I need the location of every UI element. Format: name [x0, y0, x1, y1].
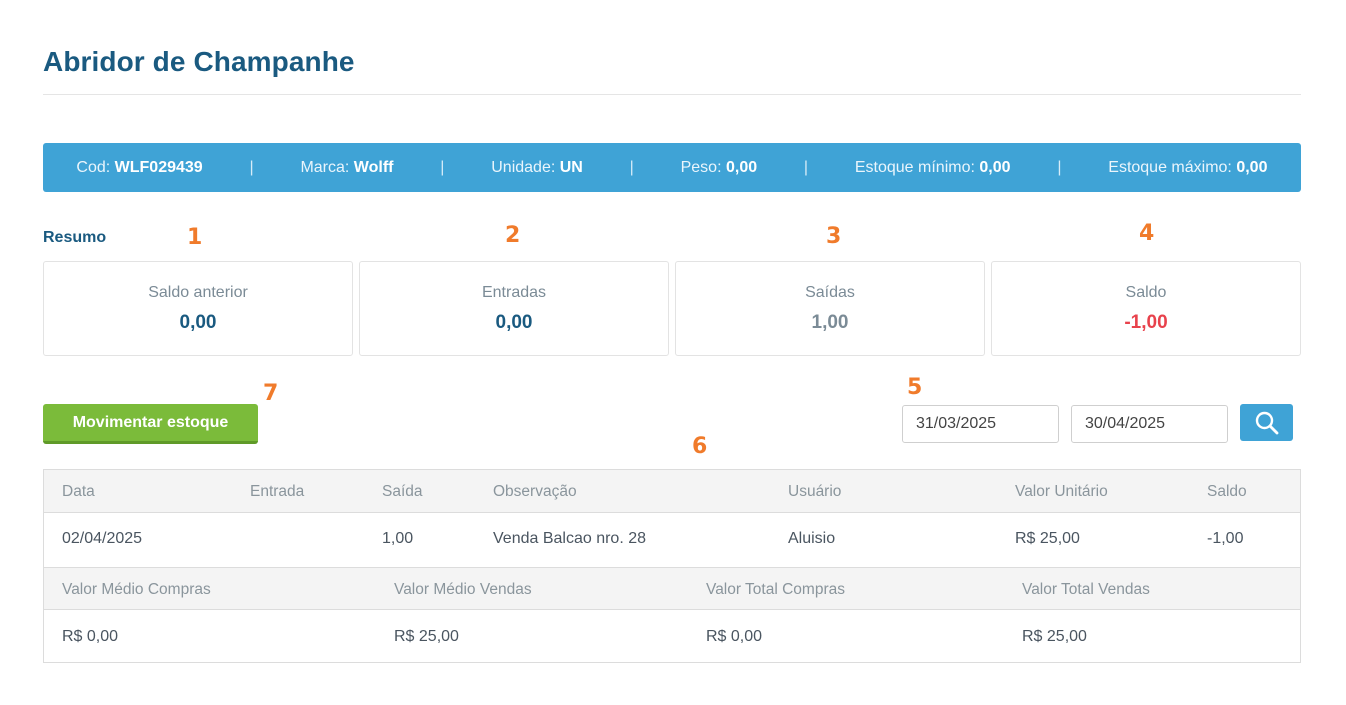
cell-observacao: Venda Balcao nro. 28	[493, 530, 647, 547]
card-saldo-anterior: Saldo anterior 0,00	[43, 261, 353, 356]
annotation-marker-1: 1	[187, 225, 203, 250]
annotation-marker-4: 4	[1139, 221, 1155, 246]
info-separator: |	[440, 158, 445, 176]
marca-label: Marca:	[300, 158, 350, 176]
unidade-value: UN	[559, 158, 583, 176]
table-header-row: Data Entrada Saída Observação Usuário Va…	[44, 470, 1300, 513]
min-label: Estoque mínimo:	[854, 158, 975, 176]
card-saidas: Saídas 1,00	[675, 261, 985, 356]
annotation-marker-3: 3	[826, 224, 842, 249]
column-header: Observação	[493, 483, 577, 500]
info-separator: |	[629, 158, 634, 176]
column-header: Saída	[382, 483, 423, 500]
card-saldo: Saldo -1,00	[991, 261, 1301, 356]
info-separator: |	[803, 158, 809, 176]
annotation-marker-2: 2	[505, 223, 521, 248]
cod-value: WLF029439	[114, 158, 203, 176]
totals-row: R$ 0,00 R$ 25,00 R$ 0,00 R$ 25,00	[44, 611, 1300, 665]
resumo-heading: Resumo	[43, 229, 107, 246]
annotation-marker-7: 7	[263, 381, 279, 406]
card-value: -1,00	[1124, 312, 1168, 333]
card-value: 0,00	[179, 312, 217, 333]
info-separator: |	[1057, 158, 1062, 176]
title-divider	[43, 94, 1301, 95]
cod-label: Cod:	[76, 158, 111, 176]
cell-usuario: Aluisio	[788, 530, 836, 547]
peso-label: Peso:	[680, 158, 722, 176]
info-estoque-minimo: Estoque mínimo: 0,00	[855, 159, 1011, 177]
info-separator: |	[249, 158, 254, 176]
total-valor-medio-compras: R$ 0,00	[62, 628, 119, 645]
info-estoque-maximo: Estoque máximo: 0,00	[1108, 159, 1267, 177]
card-entradas: Entradas 0,00	[359, 261, 669, 356]
move-stock-button[interactable]: Movimentar estoque	[43, 404, 258, 444]
peso-value: 0,00	[725, 158, 758, 176]
product-info-bar: Cod: WLF029439 | Marca: Wolff | Unidade:…	[43, 143, 1301, 192]
card-label: Saldo	[1125, 284, 1167, 301]
column-header: Valor Médio Compras	[62, 581, 211, 598]
card-label: Saídas	[805, 284, 855, 301]
card-value: 1,00	[811, 312, 849, 333]
card-label: Entradas	[481, 284, 547, 301]
min-value: 0,00	[979, 158, 1011, 176]
table-row: 02/04/2025 1,00 Venda Balcao nro. 28 Alu…	[44, 513, 1300, 567]
column-header: Data	[62, 483, 95, 500]
cell-saida: 1,00	[382, 530, 414, 547]
cell-saldo: -1,00	[1207, 530, 1244, 547]
info-marca: Marca: Wolff	[300, 159, 393, 177]
column-header: Valor Médio Vendas	[394, 581, 532, 598]
unidade-label: Unidade:	[491, 158, 556, 176]
max-value: 0,00	[1236, 158, 1268, 176]
column-header: Valor Total Vendas	[1022, 581, 1150, 598]
movements-table: Data Entrada Saída Observação Usuário Va…	[43, 469, 1301, 663]
marca-value: Wolff	[353, 158, 394, 176]
card-label: Saldo anterior	[148, 284, 248, 301]
cell-valor-unitario: R$ 25,00	[1015, 530, 1080, 547]
search-button[interactable]	[1240, 404, 1293, 441]
annotation-marker-6: 6	[692, 434, 708, 459]
annotation-marker-5: 5	[907, 375, 923, 400]
total-valor-total-compras: R$ 0,00	[706, 628, 763, 645]
total-valor-medio-vendas: R$ 25,00	[394, 628, 459, 645]
info-unidade: Unidade: UN	[491, 159, 583, 177]
date-to-input[interactable]	[1071, 405, 1228, 443]
cell-data: 02/04/2025	[62, 530, 143, 547]
info-cod: Cod: WLF029439	[76, 159, 202, 177]
column-header: Usuário	[788, 483, 842, 500]
totals-header-row: Valor Médio Compras Valor Médio Vendas V…	[44, 567, 1300, 610]
column-header: Saldo	[1207, 483, 1247, 500]
card-value: 0,00	[495, 312, 533, 333]
page-title: Abridor de Champanhe	[43, 46, 355, 77]
column-header: Valor Total Compras	[706, 581, 845, 598]
info-peso: Peso: 0,00	[681, 159, 758, 177]
total-valor-total-vendas: R$ 25,00	[1022, 628, 1087, 645]
search-icon	[1255, 411, 1278, 434]
max-label: Estoque máximo:	[1108, 158, 1232, 176]
column-header: Valor Unitário	[1015, 483, 1108, 500]
column-header: Entrada	[250, 483, 305, 500]
date-from-input[interactable]	[902, 405, 1059, 443]
